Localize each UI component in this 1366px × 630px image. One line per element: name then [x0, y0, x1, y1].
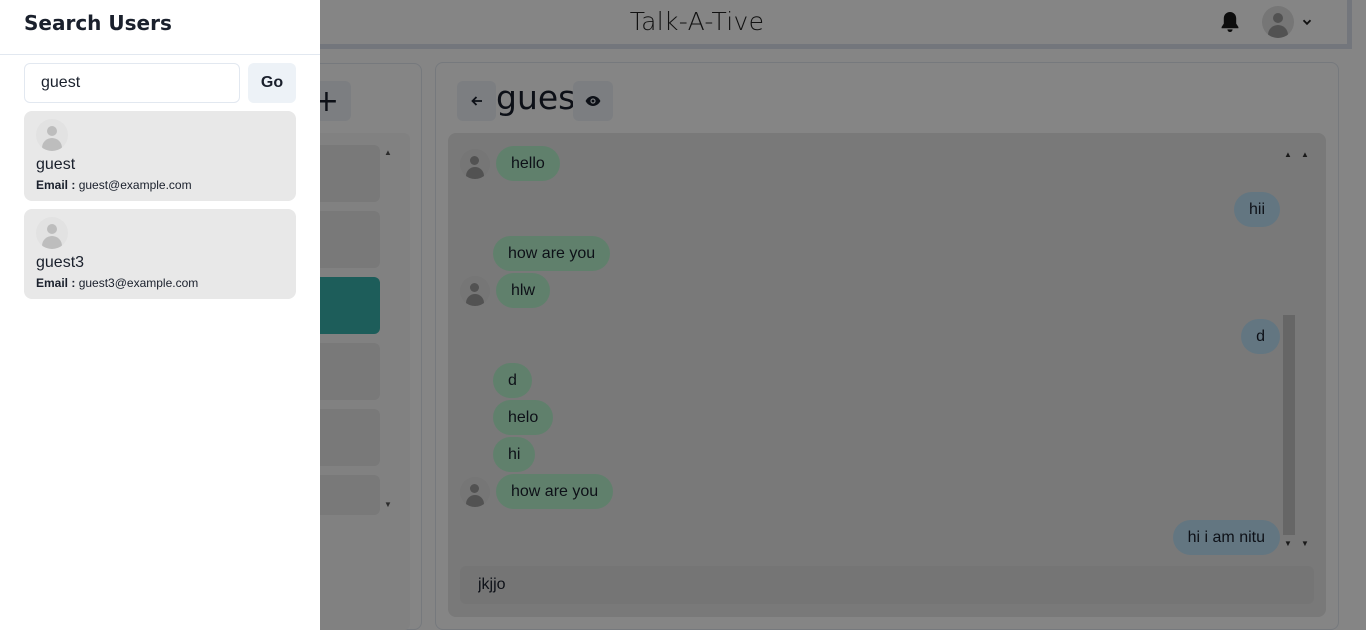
- user-name: guest3: [36, 254, 85, 271]
- go-button[interactable]: Go: [248, 63, 296, 103]
- search-row: Go: [24, 63, 296, 103]
- email-value: guest3@example.com: [78, 276, 199, 290]
- search-users-drawer: Search Users Go guest Email : guest@exam…: [0, 0, 320, 630]
- email-label: Email :: [36, 178, 76, 192]
- user-avatar-icon: [36, 119, 68, 151]
- user-result-item[interactable]: guest Email : guest@example.com: [24, 111, 296, 201]
- drawer-title: Search Users: [0, 0, 320, 55]
- user-avatar-icon: [36, 217, 68, 249]
- user-result-item[interactable]: guest3 Email : guest3@example.com: [24, 209, 296, 299]
- user-name: guest: [36, 156, 76, 173]
- user-email: Email : guest@example.com: [36, 178, 284, 192]
- email-label: Email :: [36, 276, 76, 290]
- search-input[interactable]: [24, 63, 240, 103]
- email-value: guest@example.com: [78, 178, 192, 192]
- user-email: Email : guest3@example.com: [36, 276, 284, 290]
